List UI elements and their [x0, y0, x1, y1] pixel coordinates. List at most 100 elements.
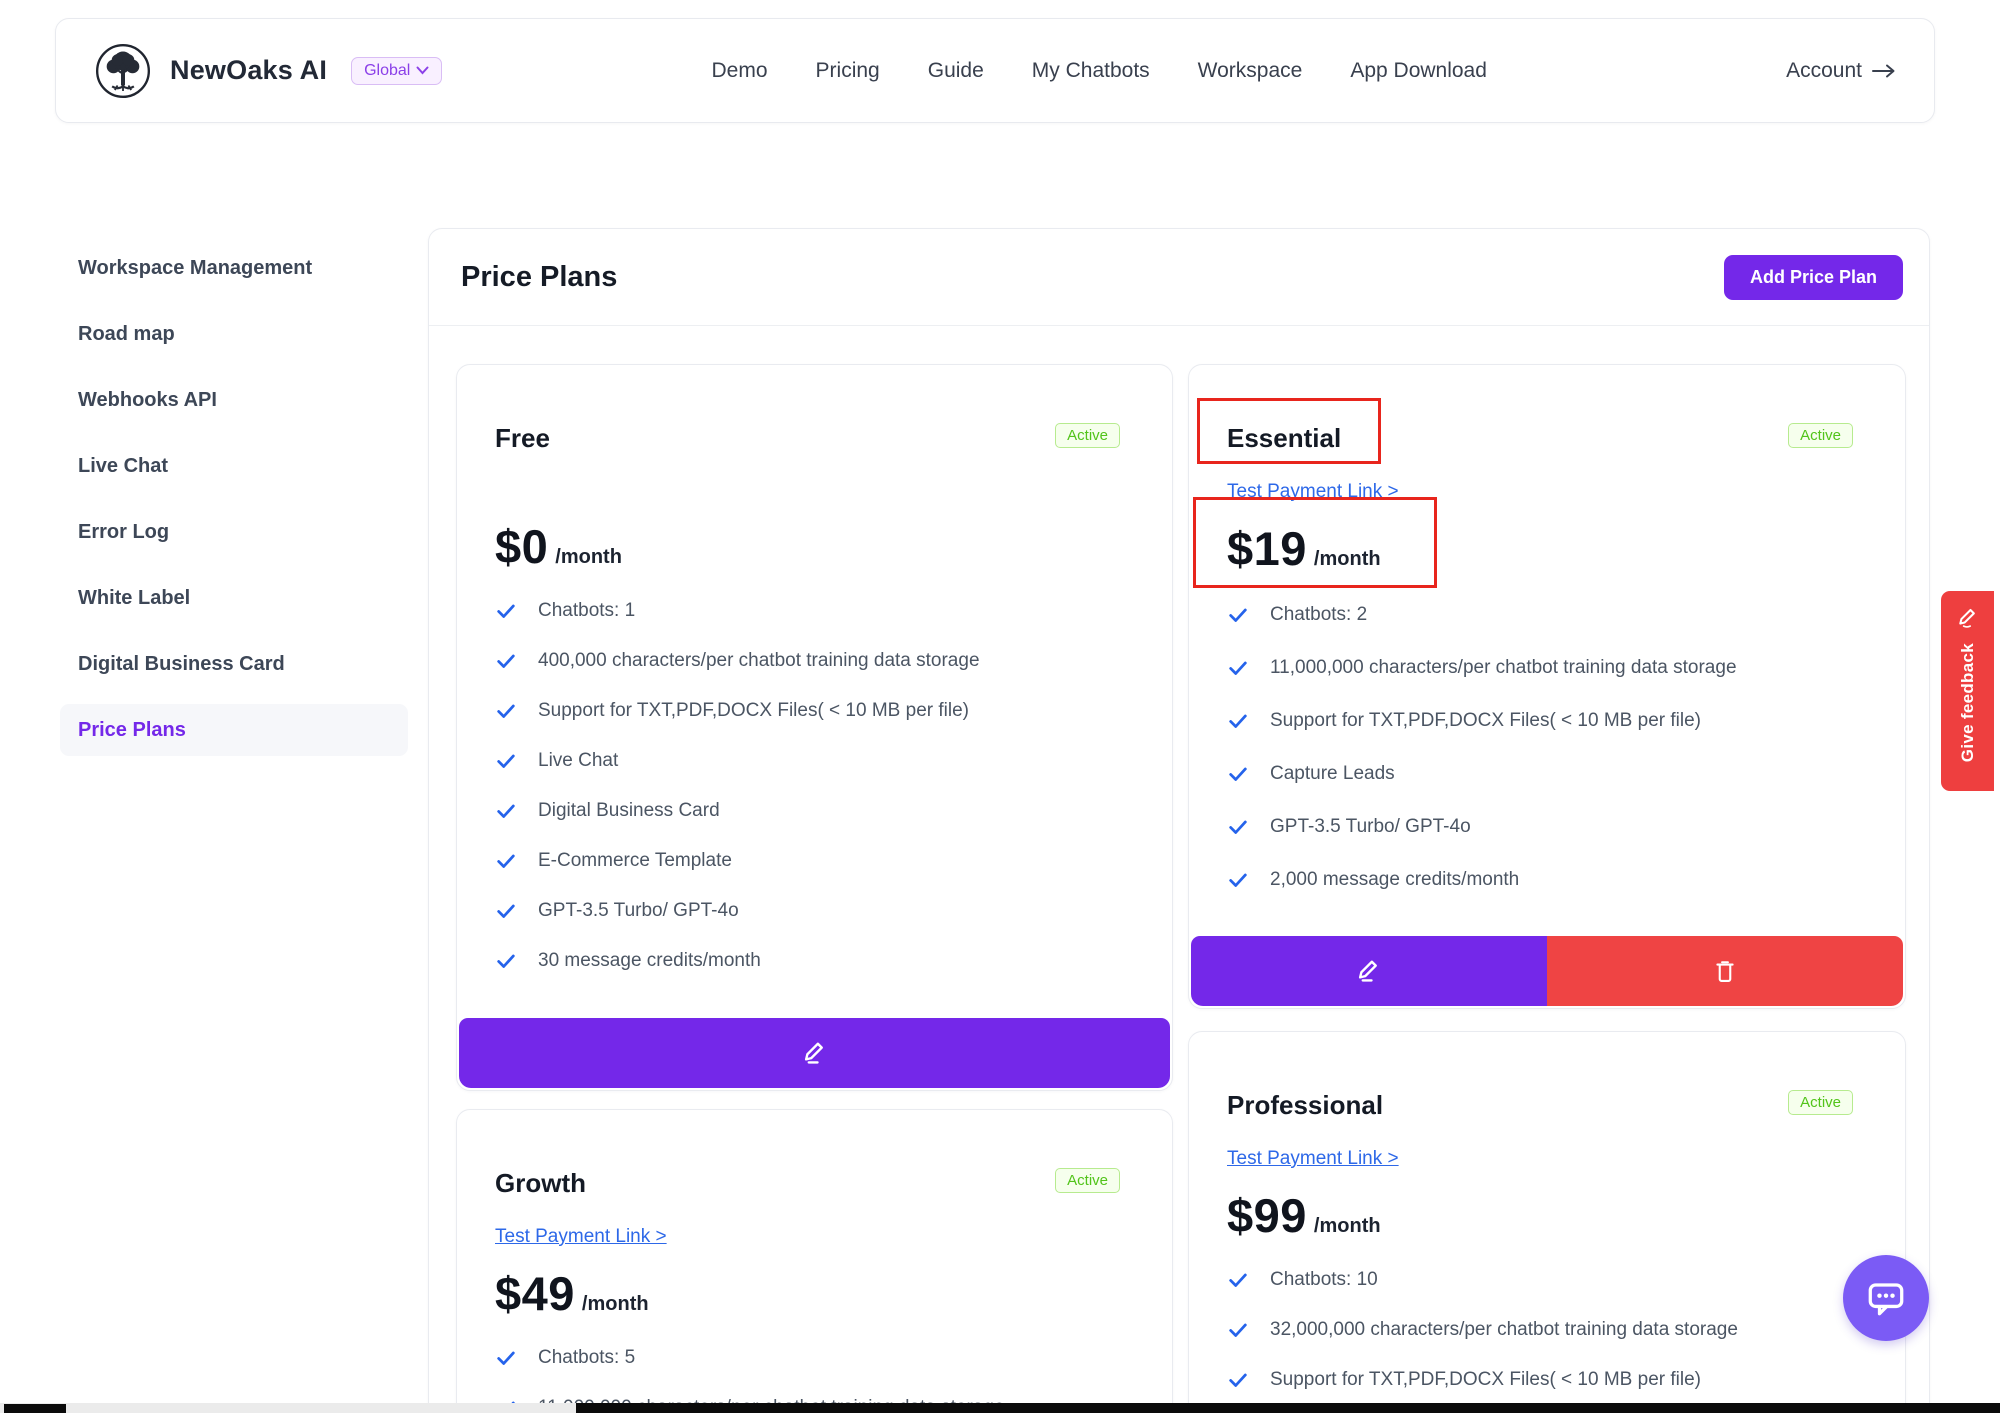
- feature-item: Support for TXT,PDF,DOCX Files( < 10 MB …: [495, 686, 1134, 736]
- feature-text: 11,000,000 characters/per chatbot traini…: [1270, 657, 1737, 679]
- price-amount: $19: [1227, 521, 1307, 576]
- test-payment-link[interactable]: Test Payment Link >: [1227, 481, 1399, 503]
- pencil-icon: [800, 1038, 830, 1068]
- feature-item: Chatbots: 10: [1227, 1255, 1867, 1305]
- feature-text: 2,000 message credits/month: [1270, 869, 1519, 891]
- check-icon: [1227, 816, 1249, 838]
- nav-demo[interactable]: Demo: [712, 59, 768, 83]
- sidebar-item-live-chat[interactable]: Live Chat: [60, 440, 408, 492]
- delete-plan-button[interactable]: [1547, 936, 1903, 1006]
- account-link[interactable]: Account: [1786, 59, 1896, 83]
- check-icon: [1227, 1369, 1249, 1391]
- nav-pricing[interactable]: Pricing: [816, 59, 880, 83]
- plan-actions: [459, 1018, 1170, 1088]
- status-badge: Active: [1788, 423, 1853, 448]
- plan-name: Free: [495, 421, 1134, 455]
- nav-workspace[interactable]: Workspace: [1198, 59, 1303, 83]
- give-feedback-tab[interactable]: Give feedback: [1941, 591, 1994, 791]
- panel-header: Price Plans Add Price Plan: [429, 229, 1929, 326]
- feature-text: Chatbots: 2: [1270, 604, 1367, 626]
- feature-item: Support for TXT,PDF,DOCX Files( < 10 MB …: [1227, 694, 1867, 747]
- sidebar-item-webhooks-api[interactable]: Webhooks API: [60, 374, 408, 426]
- test-payment-link[interactable]: Test Payment Link >: [495, 1226, 667, 1248]
- feature-list: Chatbots: 5 11,000,000 characters/per ch…: [495, 1333, 1134, 1413]
- feature-text: Digital Business Card: [538, 800, 720, 822]
- feature-item: Chatbots: 1: [495, 586, 1134, 636]
- check-icon: [1227, 1319, 1249, 1341]
- plan-name: Professional: [1227, 1088, 1867, 1122]
- price-period: /month: [1314, 548, 1381, 571]
- feature-item: Chatbots: 5: [495, 1333, 1134, 1383]
- feature-text: Chatbots: 1: [538, 600, 635, 622]
- feature-item: Capture Leads: [1227, 747, 1867, 800]
- pencil-icon: [1354, 956, 1384, 986]
- brand: NewOaks AI Global: [94, 42, 442, 100]
- plan-card-free: Free Active $0 /month Chatbots: 1 400,00…: [456, 364, 1173, 1091]
- feature-item: 11,000,000 characters/per chatbot traini…: [1227, 641, 1867, 694]
- check-icon: [495, 750, 517, 772]
- bottom-black-bar: [576, 1403, 2000, 1413]
- feature-text: 30 message credits/month: [538, 950, 761, 972]
- check-icon: [1227, 710, 1249, 732]
- feature-text: Support for TXT,PDF,DOCX Files( < 10 MB …: [1270, 1369, 1701, 1391]
- sidebar-item-error-log[interactable]: Error Log: [60, 506, 408, 558]
- add-price-plan-button[interactable]: Add Price Plan: [1724, 255, 1903, 300]
- feature-item: 30 message credits/month: [495, 936, 1134, 986]
- sidebar-item-workspace-management[interactable]: Workspace Management: [60, 242, 408, 294]
- main-nav: Demo Pricing Guide My Chatbots Workspace…: [712, 59, 1487, 83]
- price-period: /month: [582, 1293, 649, 1316]
- feature-text: Capture Leads: [1270, 763, 1395, 785]
- plan-card-growth: Growth Active Test Payment Link > $49 /m…: [456, 1109, 1173, 1413]
- nav-app-download[interactable]: App Download: [1350, 59, 1487, 83]
- pencil-icon: [1955, 605, 1981, 631]
- nav-guide[interactable]: Guide: [928, 59, 984, 83]
- arrow-right-icon: [1872, 64, 1896, 78]
- test-payment-link[interactable]: Test Payment Link >: [1227, 1148, 1399, 1170]
- check-icon: [1227, 604, 1249, 626]
- trash-icon: [1711, 957, 1739, 985]
- feature-text: Live Chat: [538, 750, 618, 772]
- region-dropdown[interactable]: Global: [351, 57, 442, 85]
- chat-widget-button[interactable]: [1843, 1255, 1929, 1341]
- top-navigation-bar: NewOaks AI Global Demo Pricing Guide My …: [55, 18, 1935, 123]
- feature-item: Live Chat: [495, 736, 1134, 786]
- price-period: /month: [1314, 1215, 1381, 1238]
- sidebar-item-price-plans[interactable]: Price Plans: [60, 704, 408, 756]
- plan-actions: [1191, 936, 1903, 1006]
- plan-card-professional: Professional Active Test Payment Link > …: [1188, 1031, 1906, 1413]
- feature-item: Digital Business Card: [495, 786, 1134, 836]
- edit-plan-button[interactable]: [1191, 936, 1547, 1006]
- feature-item: GPT-3.5 Turbo/ GPT-4o: [1227, 800, 1867, 853]
- sidebar-item-digital-business-card[interactable]: Digital Business Card: [60, 638, 408, 690]
- account-label: Account: [1786, 59, 1862, 83]
- plan-card-essential: Essential Active Test Payment Link > $19…: [1188, 364, 1906, 1009]
- price-amount: $49: [495, 1266, 575, 1321]
- plan-name: Essential: [1227, 421, 1867, 455]
- feedback-label: Give feedback: [1958, 643, 1978, 762]
- plan-price: $0 /month: [495, 519, 1134, 574]
- check-icon: [495, 700, 517, 722]
- price-period: /month: [555, 546, 622, 569]
- feature-item: 2,000 message credits/month: [1227, 853, 1867, 906]
- region-label: Global: [364, 62, 410, 80]
- status-badge: Active: [1055, 423, 1120, 448]
- check-icon: [495, 800, 517, 822]
- nav-my-chatbots[interactable]: My Chatbots: [1032, 59, 1150, 83]
- price-plans-panel: Price Plans Add Price Plan Free Active $…: [428, 228, 1930, 1413]
- edit-plan-button[interactable]: [459, 1018, 1170, 1088]
- feature-text: Support for TXT,PDF,DOCX Files( < 10 MB …: [538, 700, 969, 722]
- check-icon: [495, 950, 517, 972]
- feature-item: Chatbots: 2: [1227, 588, 1867, 641]
- feature-item: Support for TXT,PDF,DOCX Files( < 10 MB …: [1227, 1355, 1867, 1405]
- chevron-down-icon: [416, 66, 429, 75]
- feature-text: GPT-3.5 Turbo/ GPT-4o: [538, 900, 739, 922]
- feature-item: E-Commerce Template: [495, 836, 1134, 886]
- page: NewOaks AI Global Demo Pricing Guide My …: [0, 0, 2000, 1413]
- price-amount: $0: [495, 519, 548, 574]
- feature-list: Chatbots: 1 400,000 characters/per chatb…: [495, 586, 1134, 986]
- feature-text: 32,000,000 characters/per chatbot traini…: [1270, 1319, 1738, 1341]
- sidebar-item-road-map[interactable]: Road map: [60, 308, 408, 360]
- status-badge: Active: [1055, 1168, 1120, 1193]
- feature-text: GPT-3.5 Turbo/ GPT-4o: [1270, 816, 1471, 838]
- sidebar-item-white-label[interactable]: White Label: [60, 572, 408, 624]
